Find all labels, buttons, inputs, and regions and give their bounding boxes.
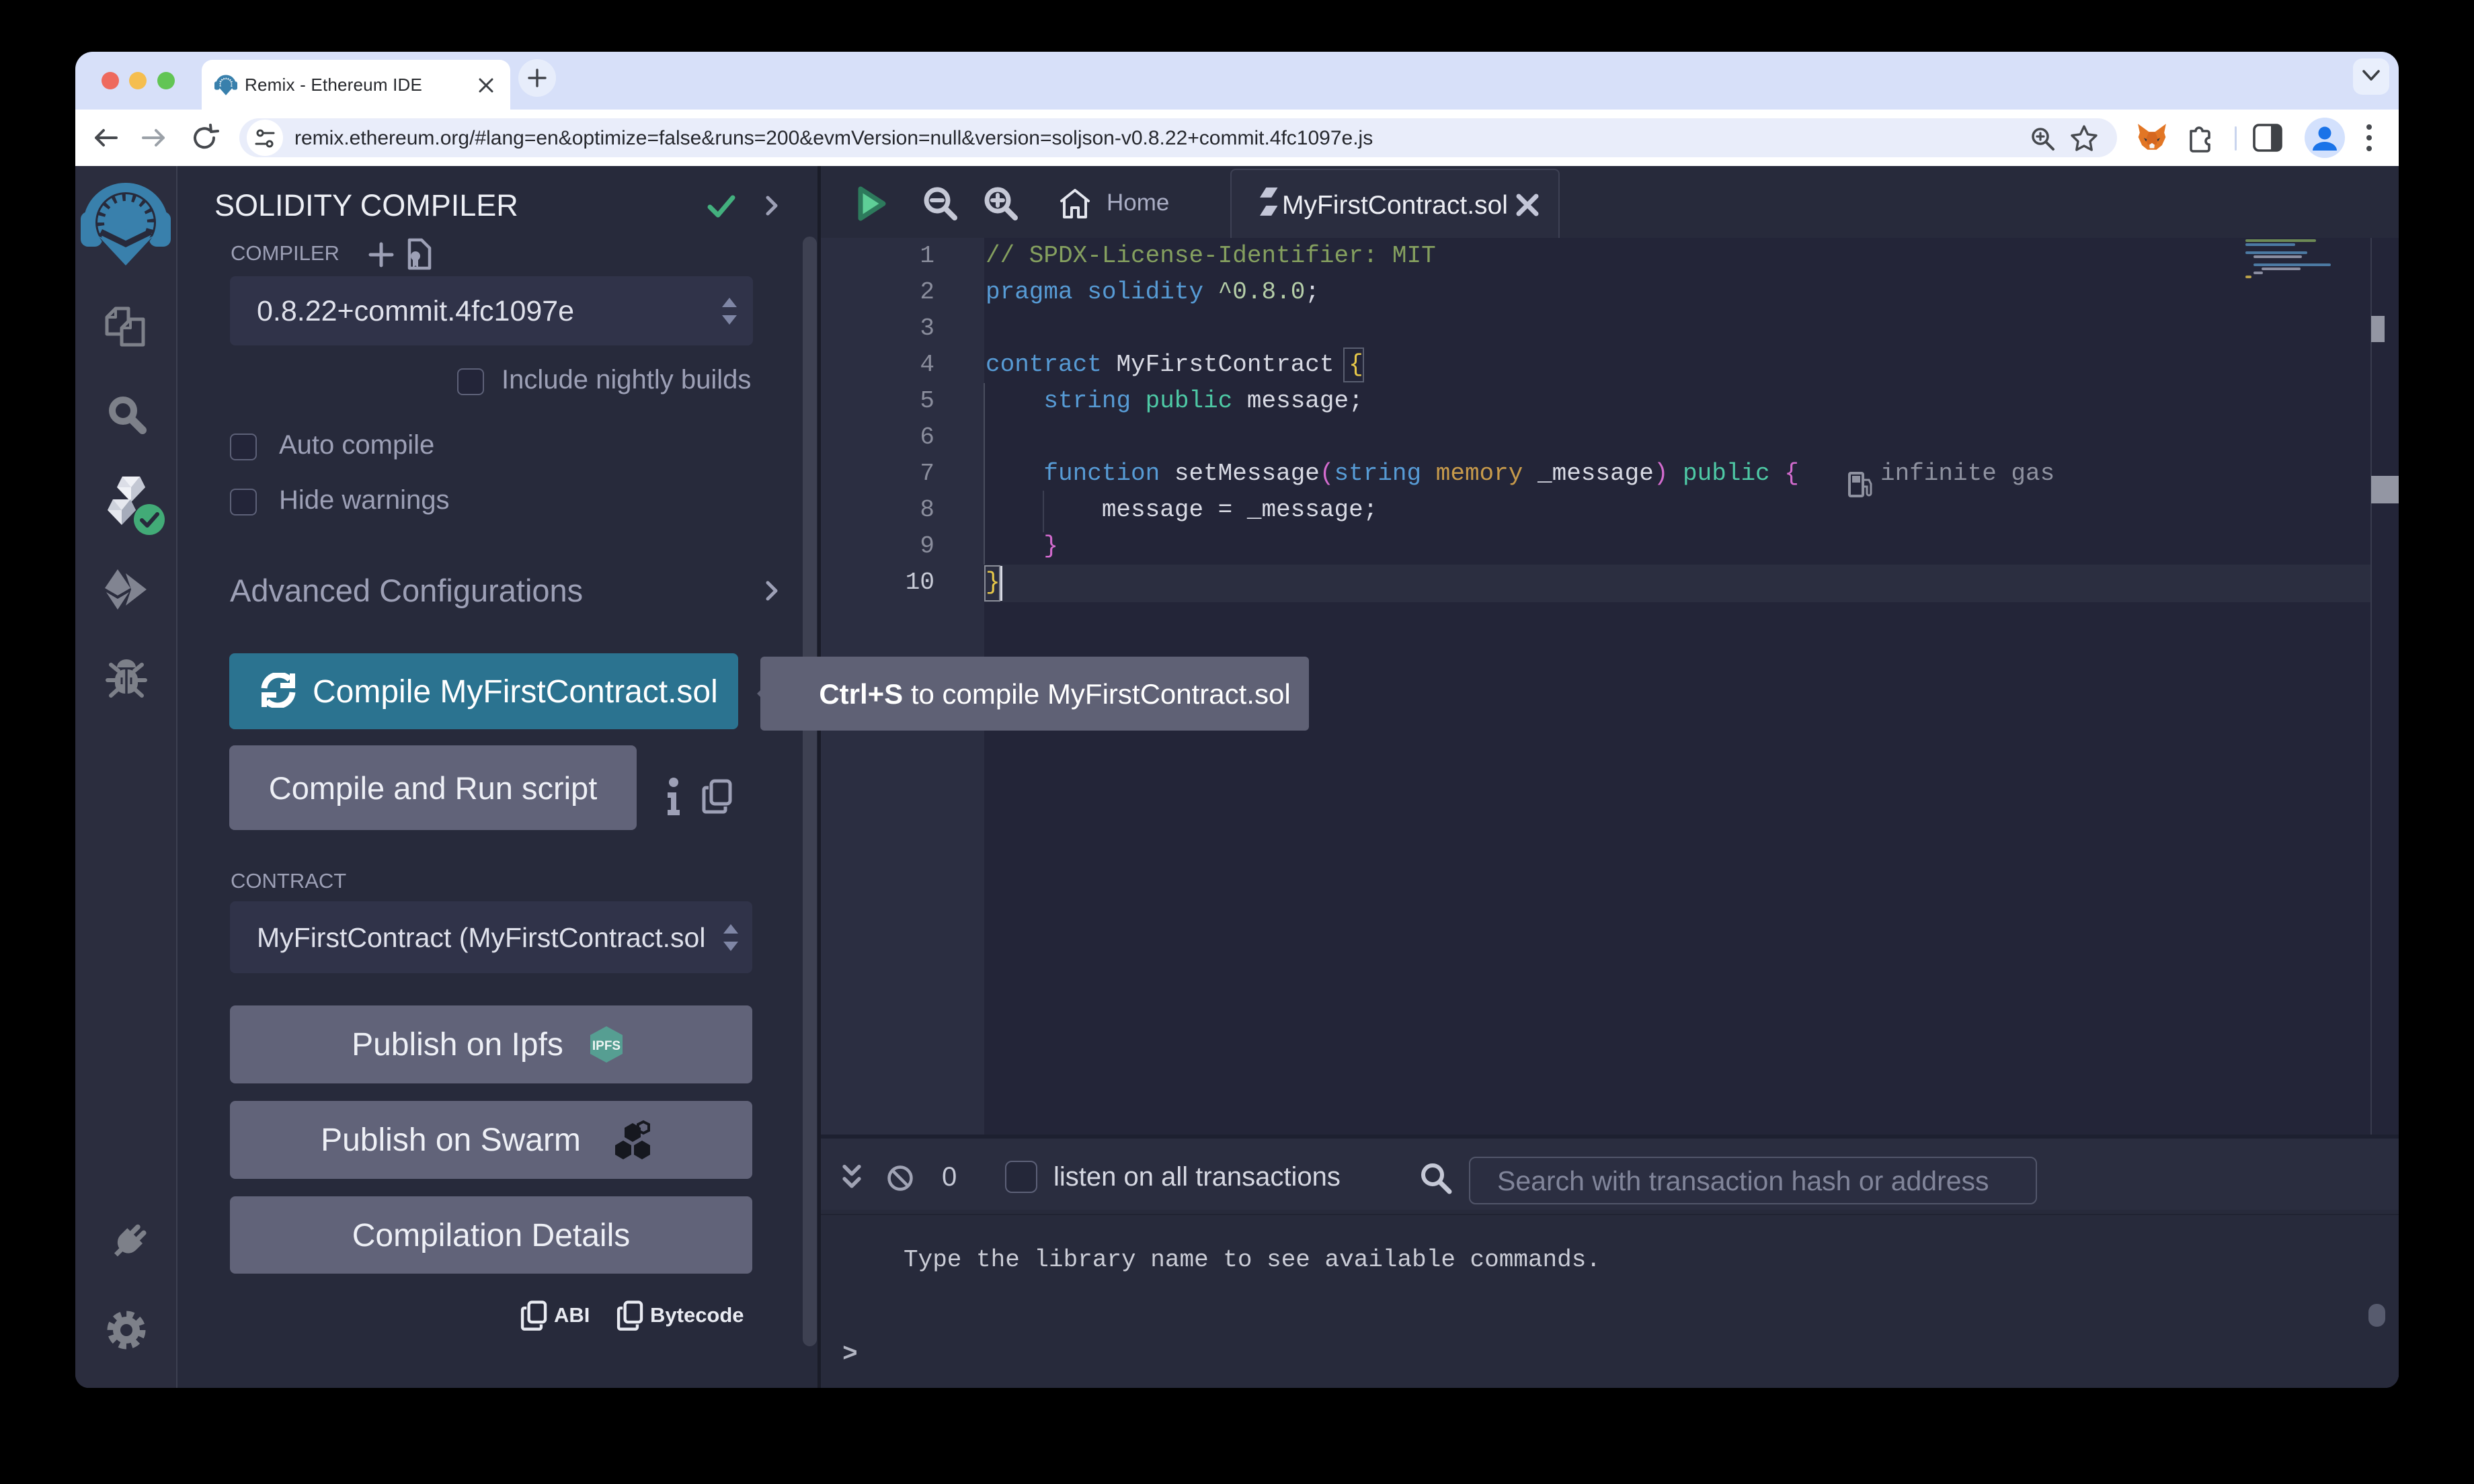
svg-text:IPFS: IPFS [592, 1039, 621, 1053]
